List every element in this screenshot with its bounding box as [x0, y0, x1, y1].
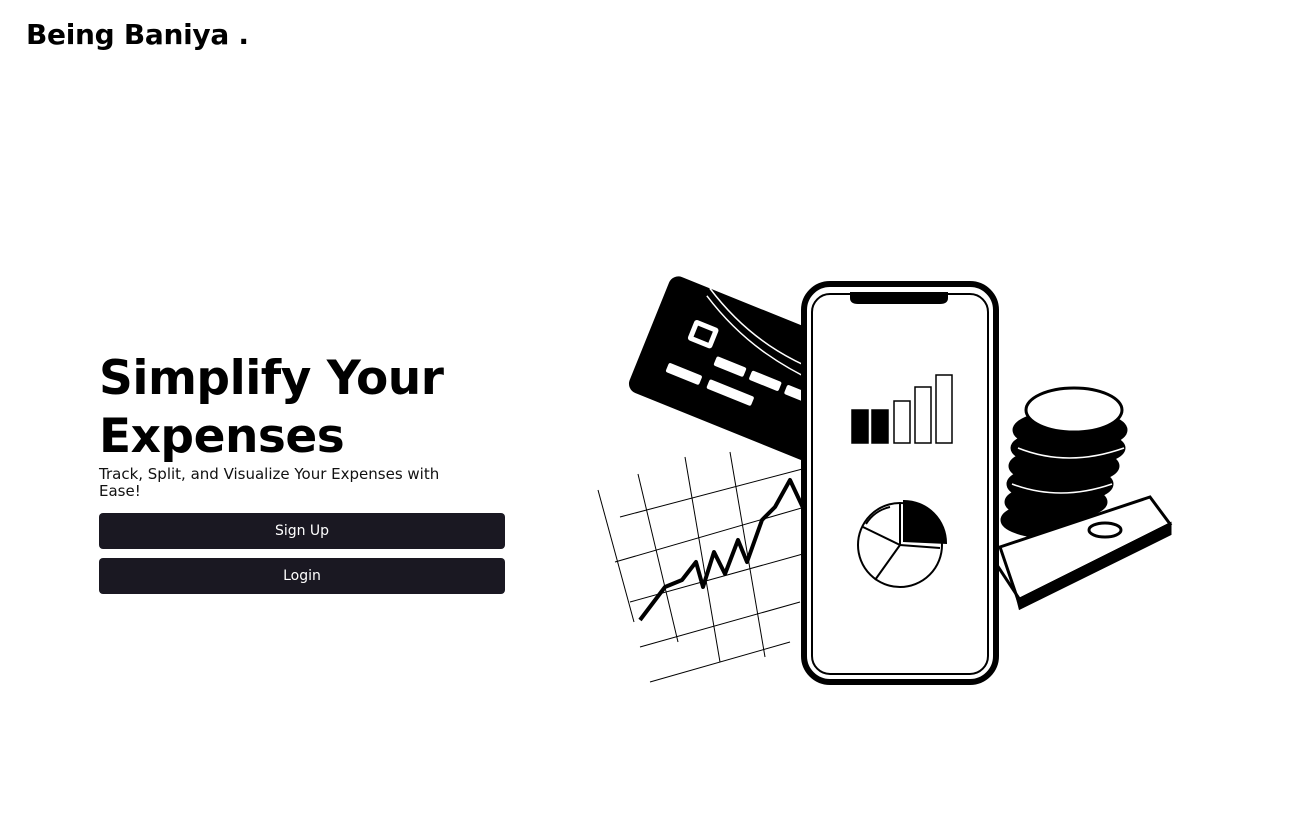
stock-chart-line — [638, 478, 807, 622]
login-button[interactable]: Login — [99, 558, 505, 594]
brand-logo[interactable]: Being Baniya . — [26, 18, 249, 51]
smartphone — [801, 281, 999, 685]
hero-title-line-1: Simplify Your — [99, 351, 444, 406]
stock-chart-grid — [597, 451, 811, 683]
hero-title: Simplify Your Expenses — [99, 350, 505, 466]
sign-up-button[interactable]: Sign Up — [99, 513, 505, 549]
hero-section: Simplify Your Expenses Track, Split, and… — [99, 350, 505, 603]
hero-title-line-2: Expenses — [99, 409, 345, 464]
finance-illustration — [597, 276, 1173, 685]
hero-subtitle: Track, Split, and Visualize Your Expense… — [99, 465, 440, 500]
landing-page: Being Baniya . Simplify Your Expenses Tr… — [0, 0, 1308, 816]
